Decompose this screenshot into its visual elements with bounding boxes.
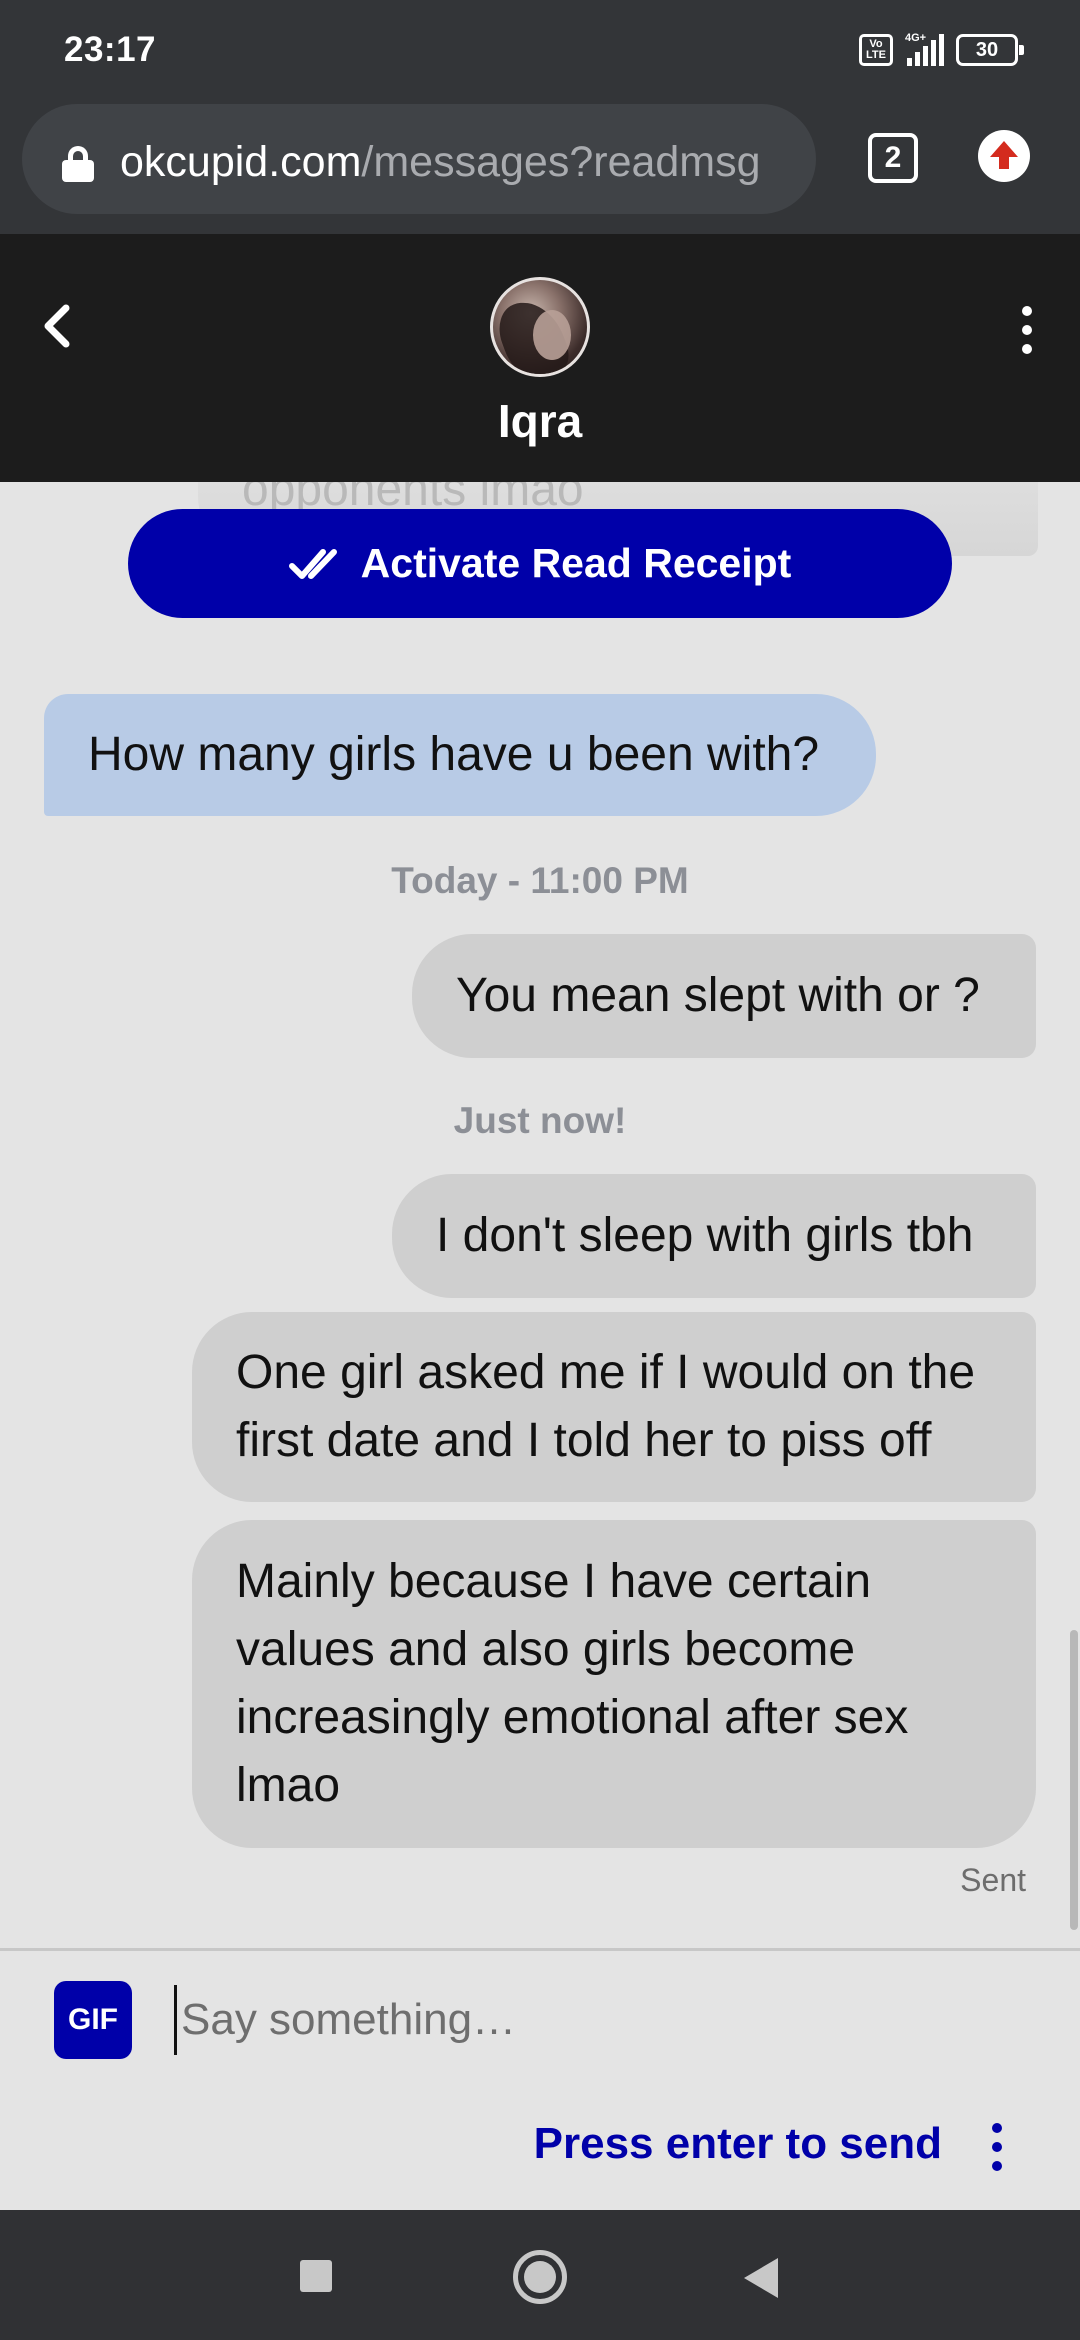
send-hint: Press enter to send [533,2119,942,2168]
status-time: 23:17 [64,30,157,69]
message-input[interactable] [174,1985,1034,2055]
contact-name[interactable]: Iqra [0,394,1080,448]
status-icons: Vo LTE 4G+ 30 [859,30,1024,70]
chat-header: Iqra [0,234,1080,482]
tab-switcher-button[interactable]: 2 [868,133,918,183]
system-nav-bar [0,2210,1080,2340]
gif-button[interactable]: GIF [54,1981,132,2059]
system-back-button[interactable] [744,2258,778,2298]
lock-icon [62,146,94,182]
home-button[interactable] [513,2250,567,2304]
double-check-icon [288,548,337,579]
message-timestamp: Today - 11:00 PM [391,860,689,901]
scrollbar[interactable] [1070,1630,1078,1930]
message-bubble: Mainly because I have certain values and… [192,1520,1036,1848]
url-text[interactable]: okcupid.com/messages?readmsg [120,138,761,187]
message-list[interactable]: opponents lmao How many girls have u bee… [0,482,1080,1948]
more-options-icon[interactable] [1012,304,1042,356]
upload-arrow-icon [990,141,1018,169]
message-timestamp: Just now! [453,1100,627,1141]
chevron-left-icon [44,304,70,348]
activate-read-receipt-button[interactable]: Activate Read Receipt [128,509,952,618]
battery-icon: 30 [956,34,1024,66]
signal-icon: 4G+ [905,32,944,66]
composer-options-icon[interactable] [982,2119,1012,2175]
volte-icon: Vo LTE [859,34,893,66]
sent-status: Sent [960,1862,1026,1898]
back-button[interactable] [28,296,88,356]
message-composer: GIF Press enter to send [0,1948,1080,2210]
url-domain: okcupid.com [120,138,362,186]
browser-update-button[interactable] [978,130,1030,182]
network-type-label: 4G+ [905,32,927,44]
message-bubble: How many girls have u been with? [44,694,876,816]
recent-apps-button[interactable] [300,2260,332,2292]
url-path: /messages?readmsg [361,138,761,186]
read-receipt-label: Activate Read Receipt [360,540,792,586]
browser-toolbar: okcupid.com/messages?readmsg 2 [0,96,1080,234]
message-bubble: I don't sleep with girls tbh [392,1174,1036,1298]
message-bubble: One girl asked me if I would on the firs… [192,1312,1036,1502]
message-bubble: You mean slept with or ? [412,934,1036,1058]
address-bar[interactable]: okcupid.com/messages?readmsg [22,104,816,214]
status-bar: 23:17 Vo LTE 4G+ 30 [0,0,1080,96]
avatar[interactable] [490,277,590,377]
